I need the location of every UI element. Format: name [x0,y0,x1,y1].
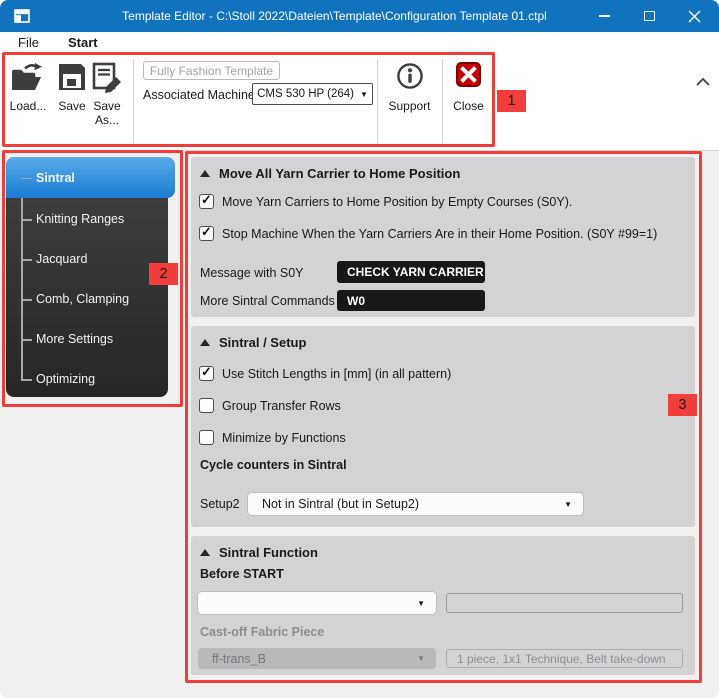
setup2-dropdown[interactable]: Not in Sintral (but in Setup2) ▼ [248,493,583,515]
info-icon [396,62,424,90]
tree-tick [21,178,32,180]
section-header: Sintral Function [200,545,318,560]
sidebar-nav: Sintral Knitting Ranges Jacquard Comb, C… [6,157,168,397]
save-as-icon [90,62,124,94]
sidebar-item-comb-clamping[interactable]: Comb, Clamping [6,289,168,309]
collapse-ribbon-chevron-icon[interactable] [695,77,711,87]
checkbox-row: Stop Machine When the Yarn Carriers Are … [199,225,657,242]
titlebar: Template Editor - C:\Stoll 2022\Dateien\… [0,0,719,32]
checkbox-stop-machine-home[interactable] [199,226,214,241]
section-title: Move All Yarn Carrier to Home Position [219,166,460,181]
fully-fashion-template-button: Fully Fashion Template [143,61,280,80]
more-sintral-commands-field[interactable]: W0 [337,290,485,311]
before-start-field[interactable] [446,593,683,613]
app-icon[interactable] [13,7,31,25]
dropdown-caret-icon: ▼ [564,500,572,509]
maximize-button[interactable] [627,0,672,32]
checkbox-row: Minimize by Functions [199,429,346,446]
close-template-button[interactable]: Close [442,62,495,113]
sidebar-item-more-settings[interactable]: More Settings [6,329,168,349]
section-sintral-setup: Sintral / Setup Use Stitch Lengths in [m… [191,326,695,527]
close-icon [688,10,701,23]
setup2-value: Not in Sintral (but in Setup2) [262,497,419,511]
minimize-icon [599,15,610,17]
annotation-badge-2: 2 [149,263,178,285]
cast-off-field: 1 piece, 1x1 Technique, Belt take-down [446,649,683,668]
checkbox-stitch-lengths-mm[interactable] [199,366,214,381]
section-move-yarn-carrier: Move All Yarn Carrier to Home Position M… [191,157,695,317]
cast-off-fabric-piece-label: Cast-off Fabric Piece [200,625,324,639]
annotation-badge-3: 3 [668,394,697,416]
tree-tick [21,259,32,261]
cast-off-dropdown: ff-trans_B ▼ [198,648,436,669]
associated-machine-dropdown[interactable]: CMS 530 HP (264) ▼ [252,83,373,105]
cast-off-dropdown-value: ff-trans_B [212,652,266,666]
section-header: Sintral / Setup [200,335,306,350]
dropdown-caret-icon: ▼ [417,599,425,608]
machine-value: CMS 530 HP (264) [257,88,354,100]
toolbar-separator [133,59,134,146]
tree-tick [21,339,32,341]
annotation-badge-1: 1 [497,90,526,112]
menu-file[interactable]: File [18,35,39,50]
collapse-section-icon[interactable] [200,170,210,177]
template-editor-window: Template Editor - C:\Stoll 2022\Dateien\… [0,0,719,698]
dropdown-caret-icon: ▼ [417,654,425,663]
maximize-icon [644,11,655,21]
tree-tick [21,379,32,381]
associated-machine-label: Associated Machine: [143,88,258,102]
collapse-section-icon[interactable] [200,549,210,556]
ribbon-toolbar: Load... Save Sav [0,55,719,151]
window-title: Template Editor - C:\Stoll 2022\Dateien\… [60,0,609,32]
window-controls [582,0,717,32]
section-sintral-function: Sintral Function Before START ▼ Cast-off… [191,536,695,675]
sidebar-item-sintral[interactable]: Sintral [6,157,175,198]
support-button[interactable]: Support [377,62,442,113]
sidebar-item-jacquard[interactable]: Jacquard [6,249,168,269]
checkbox-minimize-by-functions[interactable] [199,430,214,445]
checkbox-group-transfer-rows[interactable] [199,398,214,413]
before-start-dropdown[interactable]: ▼ [198,592,436,614]
load-button[interactable]: Load... [4,62,52,113]
section-title: Sintral / Setup [219,335,306,350]
checkbox-row: Group Transfer Rows [199,397,341,414]
message-with-s0y-label: Message with S0Y [200,263,304,283]
section-header: Move All Yarn Carrier to Home Position [200,166,460,181]
checkbox-move-carriers-home[interactable] [199,194,214,209]
before-start-label: Before START [200,567,284,581]
checkbox-row: Move Yarn Carriers to Home Position by E… [199,193,572,210]
sidebar-item-knitting-ranges[interactable]: Knitting Ranges [6,209,168,229]
open-folder-icon [9,62,47,94]
more-sintral-commands-label: More Sintral Commands [200,291,335,311]
section-title: Sintral Function [219,545,318,560]
setup2-label: Setup2 [200,494,240,514]
message-with-s0y-field[interactable]: CHECK YARN CARRIER [337,261,485,283]
sidebar-item-optimizing[interactable]: Optimizing [6,369,168,389]
close-window-button[interactable] [672,0,717,32]
menubar: File Start [0,32,719,55]
tree-tick [21,219,32,221]
dropdown-caret-icon: ▼ [360,90,368,99]
red-close-icon [456,62,481,87]
cycle-counters-heading: Cycle counters in Sintral [200,458,347,472]
floppy-save-icon [57,62,87,92]
save-button[interactable]: Save [54,62,90,113]
save-as-button[interactable]: Save As... [86,62,128,127]
collapse-section-icon[interactable] [200,339,210,346]
menu-start[interactable]: Start [68,35,98,50]
minimize-button[interactable] [582,0,627,32]
checkbox-row: Use Stitch Lengths in [mm] (in all patte… [199,365,451,382]
tree-tick [21,299,32,301]
